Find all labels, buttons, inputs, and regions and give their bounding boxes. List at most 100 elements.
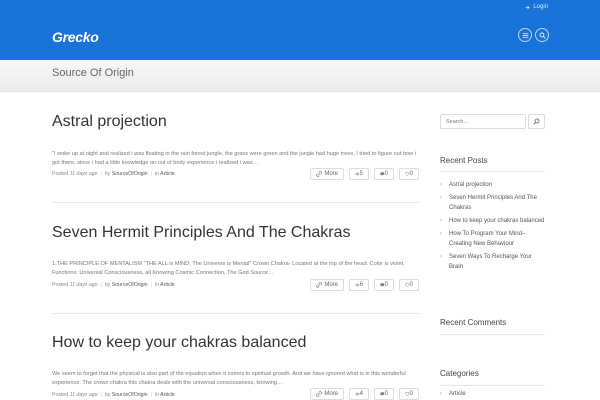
chevron-right-icon: › [440,231,442,237]
post-date: 11 days ago [69,392,98,398]
comments-button[interactable]: 0 [374,168,394,180]
post-category-link[interactable]: Article [160,171,174,177]
more-button[interactable]: More [310,279,344,291]
top-header: Grecko Login [0,0,600,60]
recent-post-label: How To Program Your Mind– Creating New B… [449,231,526,247]
post-excerpt: 1.THE PRINCIPLE OF MENTALISM "THE ALL is… [52,261,405,276]
post-author-link[interactable]: SourceOfOrigin [112,282,148,288]
likes-value: 0 [409,171,413,177]
category-label: Article [449,391,466,397]
posted-label: Posted [52,171,69,177]
recent-post-item[interactable]: › Astral projection [440,180,545,190]
post-date: 11 days ago [69,171,98,177]
category-item[interactable]: › Article [440,391,466,397]
views-value: 4 [359,391,363,397]
menu-icon [522,32,528,38]
like-button[interactable]: 0 [399,388,419,400]
recent-comments-title: Recent Comments [440,318,507,327]
comments-button[interactable]: 0 [374,279,394,291]
posted-label: Posted [52,392,69,398]
chevron-right-icon: › [440,182,442,188]
sidebar-search-button[interactable] [528,114,545,129]
post-excerpt: We seem to forget that the physical is a… [52,371,406,386]
post-author-link[interactable]: SourceOfOrigin [112,171,148,177]
chevron-right-icon: › [440,218,442,224]
post-actions: More 6 0 0 [310,279,419,291]
post-meta: Posted 11 days ago | by SourceOfOrigin | in … [52,282,175,288]
like-button[interactable]: 0 [399,168,419,180]
comments-value: 0 [384,282,388,288]
chevron-right-icon: › [440,195,442,201]
views-value: 5 [359,171,363,177]
chevron-right-icon: › [440,391,442,397]
post-title[interactable]: Seven Hermit Principles And The Chakras [52,224,419,242]
by-label: by [104,171,111,177]
likes-value: 0 [409,282,413,288]
recent-post-item[interactable]: › Seven Ways To Recharge Your Brain [440,252,545,272]
widget-divider [440,334,545,335]
post-meta: Posted 11 days ago | by SourceOfOrigin | in … [52,392,175,398]
more-label: More [324,391,338,397]
login-link[interactable]: Login [525,4,548,10]
comments-button[interactable]: 0 [374,388,394,400]
recent-post-label: How to keep your chakras balanced [449,218,545,224]
widget-divider [440,171,545,172]
likes-value: 0 [409,391,413,397]
views-count: 4 [349,388,369,400]
post-card: Seven Hermit Principles And The Chakras … [52,224,419,294]
link-icon [316,282,322,288]
in-label: in [154,282,159,288]
recent-post-item[interactable]: › How To Program Your Mind– Creating New … [440,229,545,249]
site-logo[interactable]: Grecko [52,29,99,45]
post-excerpt: "I woke up at night and realized i was f… [52,151,416,166]
more-label: More [324,282,338,288]
recent-post-label: Seven Hermit Principles And The Chakras [449,195,537,211]
post-author-link[interactable]: SourceOfOrigin [112,392,148,398]
post-card: How to keep your chakras balanced We see… [52,334,419,400]
sidebar-search-input[interactable] [440,114,526,129]
login-label: Login [533,4,548,10]
recent-post-item[interactable]: › How to keep your chakras balanced [440,216,545,226]
post-meta: Posted 11 days ago | by SourceOfOrigin | in … [52,171,175,177]
like-button[interactable]: 0 [399,279,419,291]
views-value: 6 [359,282,363,288]
in-label: in [154,171,159,177]
comments-value: 0 [384,171,388,177]
post-divider [52,313,419,314]
link-icon [316,171,322,177]
posted-label: Posted [52,282,69,288]
post-category-link[interactable]: Article [160,392,174,398]
post-actions: More 4 0 0 [310,388,419,400]
in-label: in [154,392,159,398]
search-icon [533,118,540,125]
link-icon [316,391,322,397]
post-date: 11 days ago [69,282,98,288]
recent-posts-title: Recent Posts [440,156,488,165]
views-count: 6 [349,279,369,291]
post-actions: More 5 0 0 [310,168,419,180]
header-search-button[interactable] [535,28,549,42]
more-button[interactable]: More [310,388,344,400]
post-title[interactable]: How to keep your chakras balanced [52,334,419,352]
page-title: Source Of Origin [52,67,134,79]
comments-value: 0 [384,391,388,397]
recent-post-item[interactable]: › Seven Hermit Principles And The Chakras [440,193,545,213]
more-button[interactable]: More [310,168,344,180]
post-divider [52,202,419,203]
post-category-link[interactable]: Article [160,282,174,288]
post-card: Astral projection "I woke up at night an… [52,113,419,183]
login-icon [525,5,530,9]
recent-post-label: Seven Ways To Recharge Your Brain [449,254,532,270]
recent-posts-list: › Astral projection › Seven Hermit Princip… [440,180,545,275]
categories-title: Categories [440,369,479,378]
post-title[interactable]: Astral projection [52,113,419,131]
widget-divider [440,385,545,386]
page-title-band: Source Of Origin [0,60,600,92]
recent-post-label: Astral projection [449,182,493,188]
chevron-right-icon: › [440,254,442,260]
by-label: by [104,392,111,398]
menu-button[interactable] [518,28,532,42]
more-label: More [324,171,338,177]
search-icon [539,32,546,39]
by-label: by [104,282,111,288]
